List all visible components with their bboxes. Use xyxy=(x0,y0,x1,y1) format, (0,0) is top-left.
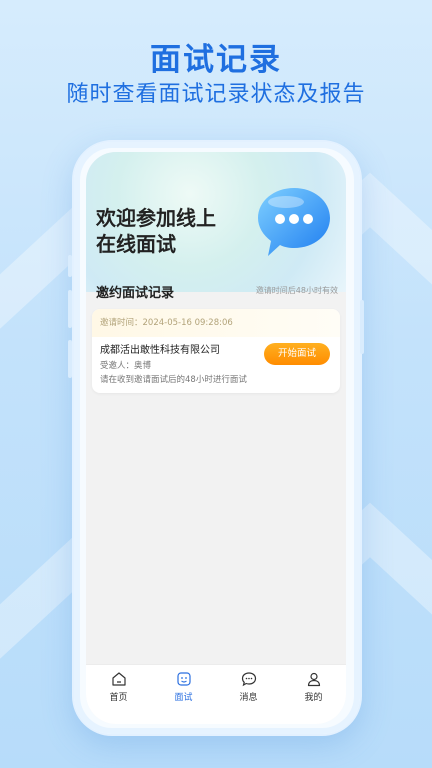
company-name: 成都活出敢性科技有限公司 xyxy=(100,345,220,356)
phone-side-button xyxy=(68,290,72,328)
invitation-time: 邀请时间：2024-05-16 09:28:06 xyxy=(92,309,340,337)
promo-title: 面试记录 xyxy=(150,42,282,78)
tab-profile-label: 我的 xyxy=(304,693,323,703)
promo-subtitle: 随时查看面试记录状态及报告 xyxy=(66,82,366,107)
invitee-name: 受邀人：奥博 xyxy=(100,361,152,371)
tab-messages-label: 消息 xyxy=(239,693,258,703)
start-interview-button[interactable]: 开始面试 xyxy=(264,343,330,365)
tab-home[interactable]: 首页 xyxy=(86,665,151,724)
invitation-card[interactable]: 邀请时间：2024-05-16 09:28:06 成都活出敢性科技有限公司 受邀… xyxy=(92,309,340,393)
tab-interview[interactable]: 面试 xyxy=(151,665,216,724)
hero-title-line2: 在线面试 xyxy=(96,232,176,256)
phone-power-button xyxy=(360,300,364,354)
section-title: 邀约面试记录 xyxy=(96,286,175,301)
tab-interview-label: 面试 xyxy=(174,693,193,703)
chat-bubble-icon xyxy=(258,188,330,256)
validity-note: 邀请时间后48小时有效 xyxy=(255,286,338,295)
app-screen: 欢迎参加线上 在线面试 邀约面试记录 邀请时间后48小时有效 邀请时间：2024… xyxy=(86,152,346,724)
bottom-tab-bar: 首页 面试 消息 我的 xyxy=(86,664,346,724)
tab-messages[interactable]: 消息 xyxy=(216,665,281,724)
home-icon xyxy=(111,672,126,686)
interview-face-icon xyxy=(176,672,191,686)
hero-title-line1: 欢迎参加线上 xyxy=(96,206,216,230)
hero-banner: 欢迎参加线上 在线面试 xyxy=(86,152,346,292)
message-icon xyxy=(241,672,256,687)
tab-profile[interactable]: 我的 xyxy=(281,665,346,724)
tab-home-label: 首页 xyxy=(109,693,128,703)
section-header: 邀约面试记录 邀请时间后48小时有效 xyxy=(86,278,346,308)
interview-tip: 请在收到邀请面试后的48小时进行面试 xyxy=(100,375,247,385)
phone-side-button xyxy=(68,340,72,378)
phone-side-button xyxy=(68,255,72,277)
profile-icon xyxy=(307,672,320,687)
